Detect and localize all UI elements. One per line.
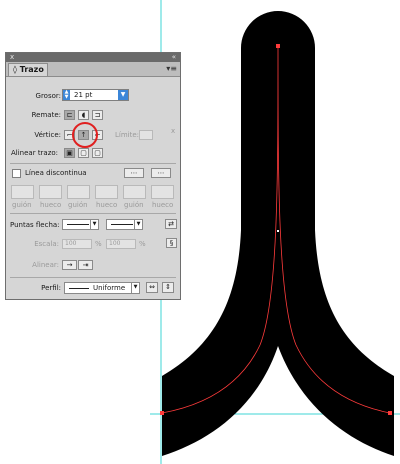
close-icon[interactable]: x <box>10 54 14 61</box>
panel-titlebar[interactable]: x « <box>6 53 180 62</box>
weight-value: 21 pt <box>74 91 93 99</box>
profile-dropdown[interactable]: Uniforme ▼ <box>64 282 140 294</box>
end-scale-field[interactable]: 100 <box>106 239 136 249</box>
end-scale-value: 100 <box>109 240 121 247</box>
scale-label: Escala: <box>34 240 59 248</box>
dash-align-button[interactable]: ⋯ <box>151 168 171 178</box>
weight-field[interactable]: ▲ ▼ 21 pt ▼ <box>62 89 129 101</box>
dash-label: guión <box>12 201 32 209</box>
limit-label: Límite: <box>115 131 140 139</box>
center-point <box>277 230 279 232</box>
align-center-button[interactable]: ▣ <box>64 148 75 158</box>
scale-unit: % <box>139 240 146 248</box>
tab-label: Trazo <box>19 65 44 74</box>
panel-menu-icon[interactable]: ▾≡ <box>166 64 177 73</box>
anchor-point-top[interactable] <box>276 44 280 48</box>
align-inside-button[interactable]: ▢ <box>78 148 89 158</box>
start-arrowhead-dropdown[interactable]: ▼ <box>62 219 99 230</box>
line-swatch <box>67 224 89 225</box>
link-scale-icon[interactable]: § <box>166 238 177 248</box>
profile-swatch <box>69 288 89 289</box>
highlight-circle <box>72 122 98 148</box>
dash-field-2[interactable] <box>67 185 90 199</box>
butt-cap-button[interactable]: ⊏ <box>64 110 75 120</box>
weight-label: Grosor: <box>35 92 61 100</box>
dash-field-3[interactable] <box>123 185 146 199</box>
arrow-place-button[interactable]: ⇥ <box>78 260 93 270</box>
limit-unit: x <box>171 127 176 135</box>
start-scale-value: 100 <box>65 240 77 247</box>
divider <box>10 163 176 164</box>
line-swatch <box>111 224 133 225</box>
flip-along-icon[interactable]: ⇔ <box>146 282 158 293</box>
start-scale-field[interactable]: 100 <box>62 239 92 249</box>
dash-field-1[interactable] <box>11 185 34 199</box>
profile-label: Perfil: <box>41 284 61 292</box>
gap-field-1[interactable] <box>39 185 62 199</box>
cap-label: Remate: <box>31 111 61 119</box>
corner-label: Vértice: <box>34 131 61 139</box>
weight-dropdown-icon[interactable]: ▼ <box>118 90 128 100</box>
divider <box>10 277 176 278</box>
dash-preserve-button[interactable]: ⋯ <box>124 168 144 178</box>
tab-stroke[interactable]: ◊ Trazo <box>8 63 48 76</box>
tab-marker-icon: ◊ <box>13 65 17 74</box>
dashed-line-label: Línea discontinua <box>25 169 87 177</box>
dash-label: guión <box>68 201 88 209</box>
align-stroke-label: Alinear trazo: <box>11 149 59 157</box>
panel-tabrow: ◊ Trazo ▾≡ <box>6 62 180 77</box>
round-cap-button[interactable]: ◖ <box>78 110 89 120</box>
collapse-icon[interactable]: « <box>172 54 176 61</box>
chevron-down-icon: ▼ <box>134 220 142 229</box>
projecting-cap-button[interactable]: ⊐ <box>92 110 103 120</box>
chevron-down-icon: ▼ <box>131 283 139 293</box>
align-outside-button[interactable]: ▢ <box>92 148 103 158</box>
anchor-point-right[interactable] <box>388 411 392 415</box>
dash-label: guión <box>124 201 144 209</box>
scale-unit: % <box>95 240 102 248</box>
gap-label: hueco <box>40 201 62 209</box>
gap-field-2[interactable] <box>95 185 118 199</box>
profile-value: Uniforme <box>93 284 126 292</box>
divider <box>10 213 176 214</box>
swap-arrowheads-icon[interactable]: ⇄ <box>165 219 177 229</box>
gap-label: hueco <box>96 201 118 209</box>
stroke-panel: x « ◊ Trazo ▾≡ Grosor: ▲ ▼ 21 pt ▼ Remate… <box>5 52 181 300</box>
gap-field-3[interactable] <box>151 185 174 199</box>
weight-stepper-icon[interactable]: ▲ ▼ <box>63 90 70 100</box>
chevron-down-icon: ▼ <box>90 220 98 229</box>
flip-across-icon[interactable]: ⇕ <box>162 282 174 293</box>
arrowheads-label: Puntas flecha: <box>10 221 60 229</box>
gap-label: hueco <box>152 201 174 209</box>
arrow-extend-button[interactable]: → <box>62 260 77 270</box>
anchor-point-left[interactable] <box>160 411 164 415</box>
dashed-line-checkbox[interactable] <box>12 169 21 178</box>
align-arrow-label: Alinear: <box>32 261 59 269</box>
end-arrowhead-dropdown[interactable]: ▼ <box>106 219 143 230</box>
limit-field[interactable] <box>139 130 153 140</box>
